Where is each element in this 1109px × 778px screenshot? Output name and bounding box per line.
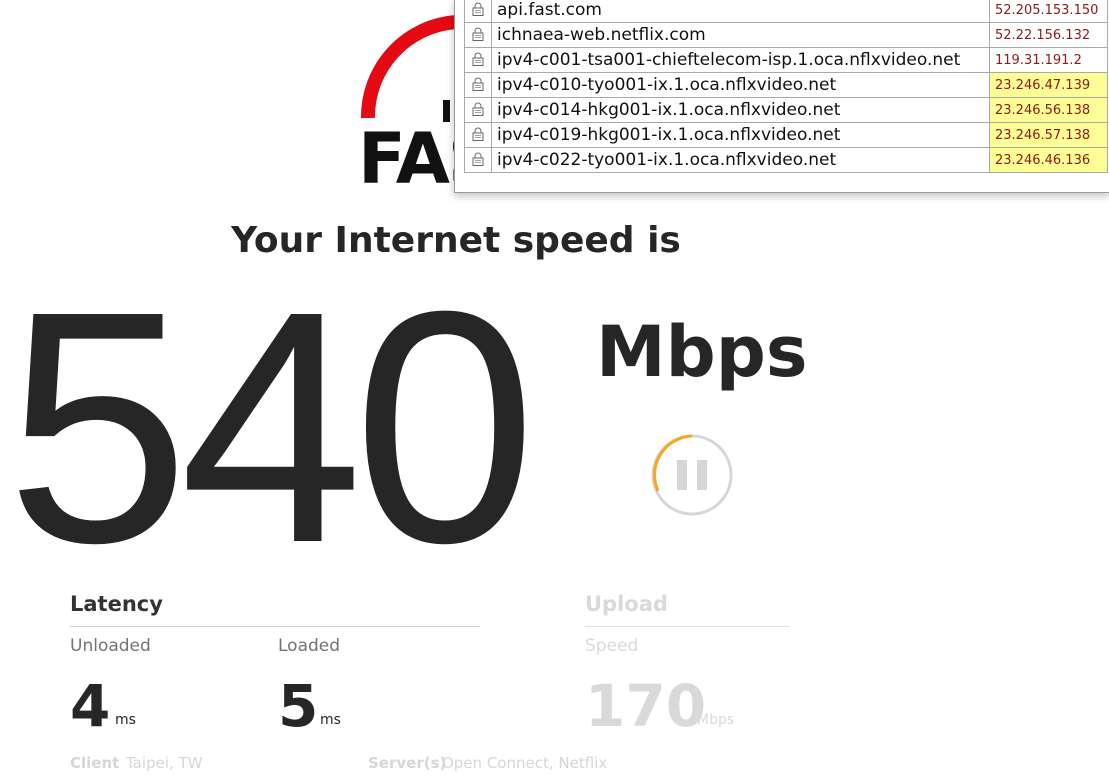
ip-table-row: ipv4-c001-tsa001-chieftelecom-isp.1.oca.… [464,47,1108,73]
ip-address-cell: 119.31.191.2 [989,47,1108,73]
ip-table-row: ipv4-c022-tyo001-ix.1.oca.nflxvideo.net 2… [464,147,1108,173]
ip-address-cell: 23.246.57.138 [989,122,1108,148]
hostname-cell: ipv4-c014-hkg001-ix.1.oca.nflxvideo.net [491,97,990,123]
lock-icon [464,97,492,123]
ip-address-cell: 52.22.156.132 [989,22,1108,48]
ip-lookup-popup: api.fast.com 52.205.153.150 ichnaea-web.ne… [454,0,1109,193]
lock-icon [464,47,492,73]
hostname-cell: ipv4-c001-tsa001-chieftelecom-isp.1.oca.… [491,47,990,73]
upload-speed-label: Speed [585,636,639,656]
ip-table-row: ipv4-c010-tyo001-ix.1.oca.nflxvideo.net 2… [464,72,1108,98]
speedometer-icon [360,15,457,122]
upload-title: Upload [585,592,668,616]
client-label: Client [70,754,120,772]
server-value: Open Connect, Netflix [442,754,608,772]
upload-divider [585,626,790,627]
lock-icon [464,0,492,23]
ip-table-row: ipv4-c014-hkg001-ix.1.oca.nflxvideo.net 2… [464,97,1108,123]
lock-icon [464,147,492,173]
hostname-cell: ichnaea-web.netflix.com [491,22,990,48]
unloaded-label: Unloaded [70,636,151,656]
ip-table-row: ichnaea-web.netflix.com 52.22.156.132 [464,22,1108,48]
latency-divider [70,626,480,627]
upload-speed-unit: Mbps [697,712,735,728]
ip-table: api.fast.com 52.205.153.150 ichnaea-web.ne… [464,0,1108,173]
hostname-cell: ipv4-c010-tyo001-ix.1.oca.nflxvideo.net [491,72,990,98]
hostname-cell: ipv4-c019-hkg001-ix.1.oca.nflxvideo.net [491,122,990,148]
loaded-label: Loaded [278,636,341,656]
latency-title: Latency [70,592,163,616]
lock-icon [464,72,492,98]
client-value: Taipei, TW [126,754,203,772]
upload-speed-value: 170 [585,672,707,740]
server-label: Server(s) [368,754,447,772]
loaded-value: 5 [278,672,319,740]
speed-value: 540 [6,242,537,611]
loaded-unit: ms [320,712,341,728]
ip-address-cell: 23.246.56.138 [989,97,1108,123]
lock-icon [464,122,492,148]
hostname-cell: ipv4-c022-tyo001-ix.1.oca.nflxvideo.net [491,147,990,173]
ip-address-cell: 52.205.153.150 [989,0,1108,23]
lock-icon [464,22,492,48]
unloaded-unit: ms [115,712,136,728]
unloaded-value: 4 [70,672,111,740]
ip-table-row: api.fast.com 52.205.153.150 [464,0,1108,23]
speed-units: Mbps [596,311,808,393]
pause-button[interactable] [650,433,734,517]
ip-address-cell: 23.246.46.136 [989,147,1108,173]
pause-icon [651,434,733,516]
hostname-cell: api.fast.com [491,0,990,23]
ip-table-row: ipv4-c019-hkg001-ix.1.oca.nflxvideo.net 2… [464,122,1108,148]
fast-logo[interactable]: FAST [358,0,544,194]
ip-address-cell: 23.246.47.139 [989,72,1108,98]
